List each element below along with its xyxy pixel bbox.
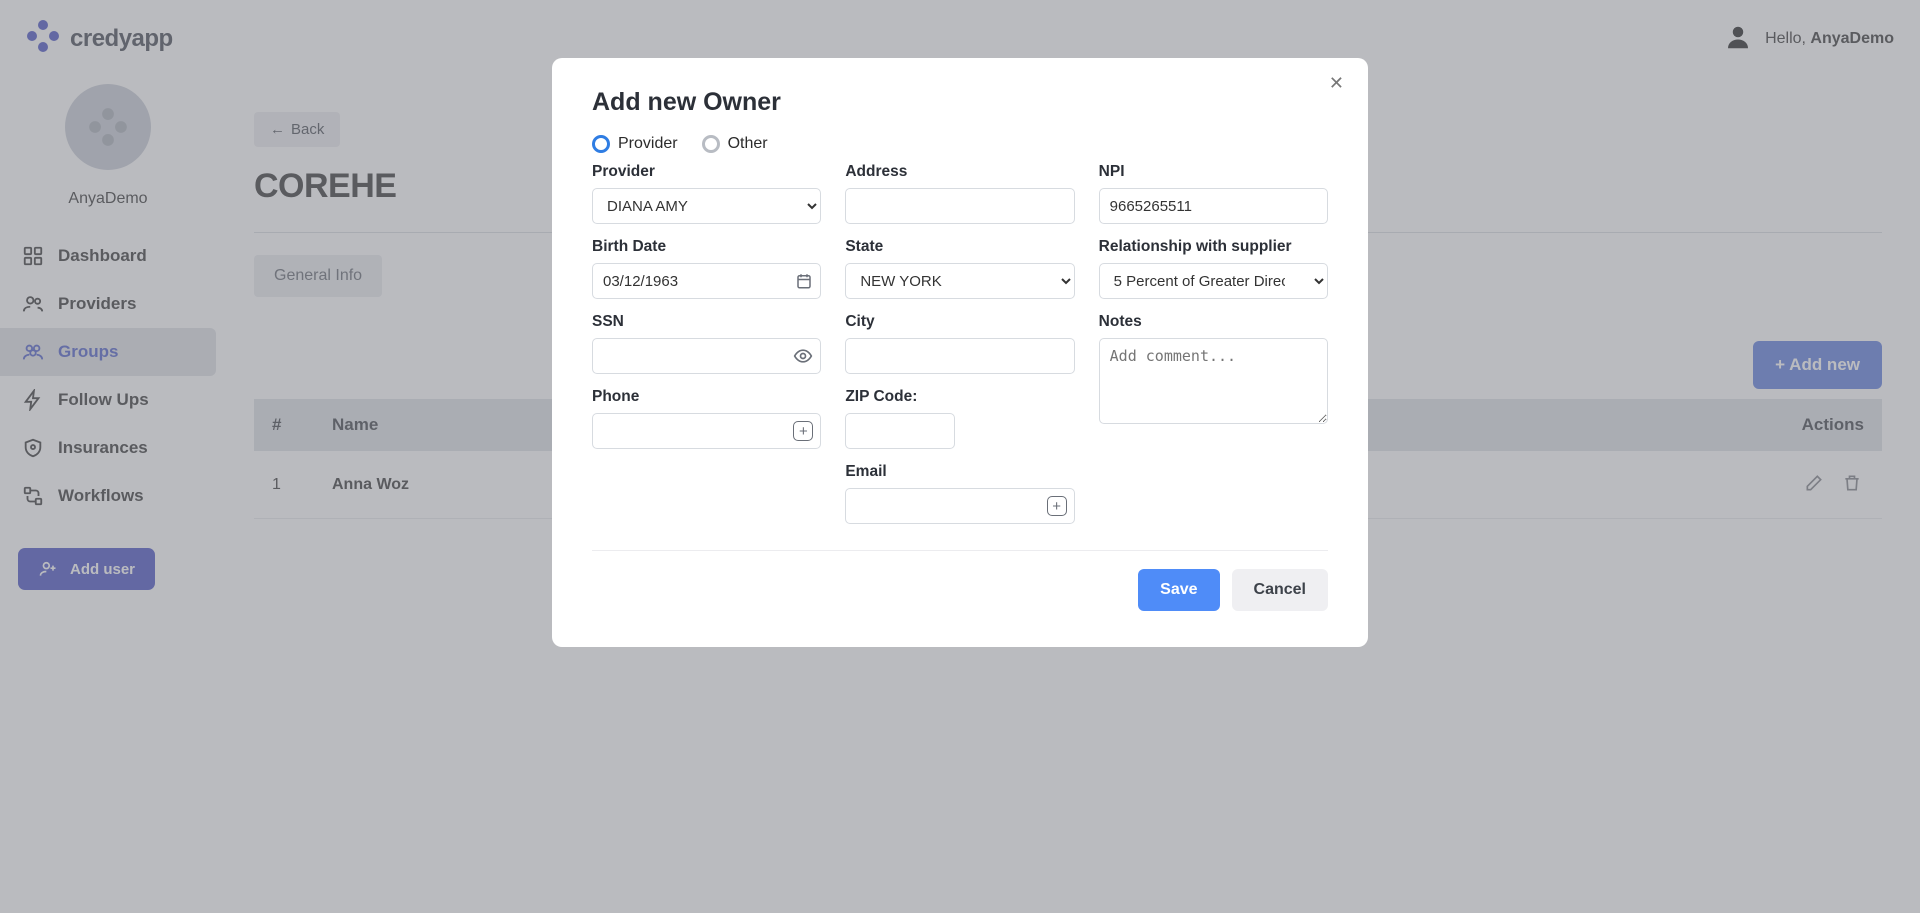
add-owner-modal: ✕ Add new Owner Provider Other Provider … [552, 58, 1368, 647]
field-birth-date: Birth Date [592, 238, 821, 299]
add-phone-icon[interactable]: + [793, 421, 813, 441]
field-email: Email + [845, 463, 1074, 524]
field-phone: Phone + [592, 388, 821, 449]
zip-input[interactable] [845, 413, 955, 449]
field-notes: Notes [1099, 313, 1328, 449]
cancel-button[interactable]: Cancel [1232, 569, 1328, 611]
phone-input[interactable] [592, 413, 821, 449]
add-email-icon[interactable]: + [1047, 496, 1067, 516]
field-address: Address [845, 163, 1074, 224]
birth-date-input[interactable] [592, 263, 821, 299]
close-button[interactable]: ✕ [1323, 72, 1350, 95]
owner-type-radio-group: Provider Other [592, 135, 1328, 153]
field-state: State NEW YORK [845, 238, 1074, 299]
npi-input[interactable] [1099, 188, 1328, 224]
radio-icon [592, 135, 610, 153]
calendar-icon[interactable] [795, 272, 813, 290]
field-relationship: Relationship with supplier 5 Percent of … [1099, 238, 1328, 299]
provider-select[interactable]: DIANA AMY [592, 188, 821, 224]
state-select[interactable]: NEW YORK [845, 263, 1074, 299]
radio-icon [702, 135, 720, 153]
modal-overlay: ✕ Add new Owner Provider Other Provider … [0, 0, 1920, 913]
field-npi: NPI [1099, 163, 1328, 224]
eye-icon[interactable] [793, 346, 813, 366]
email-input[interactable] [845, 488, 1074, 524]
close-icon: ✕ [1329, 73, 1344, 93]
ssn-input[interactable] [592, 338, 821, 374]
radio-provider[interactable]: Provider [592, 135, 678, 153]
modal-title: Add new Owner [592, 88, 1328, 117]
city-input[interactable] [845, 338, 1074, 374]
field-ssn: SSN [592, 313, 821, 374]
field-provider: Provider DIANA AMY [592, 163, 821, 224]
notes-textarea[interactable] [1099, 338, 1328, 424]
field-zip: ZIP Code: [845, 388, 1074, 449]
radio-other[interactable]: Other [702, 135, 768, 153]
address-input[interactable] [845, 188, 1074, 224]
relationship-select[interactable]: 5 Percent of Greater Direc [1099, 263, 1328, 299]
field-city: City [845, 313, 1074, 374]
save-button[interactable]: Save [1138, 569, 1219, 611]
divider [592, 550, 1328, 551]
